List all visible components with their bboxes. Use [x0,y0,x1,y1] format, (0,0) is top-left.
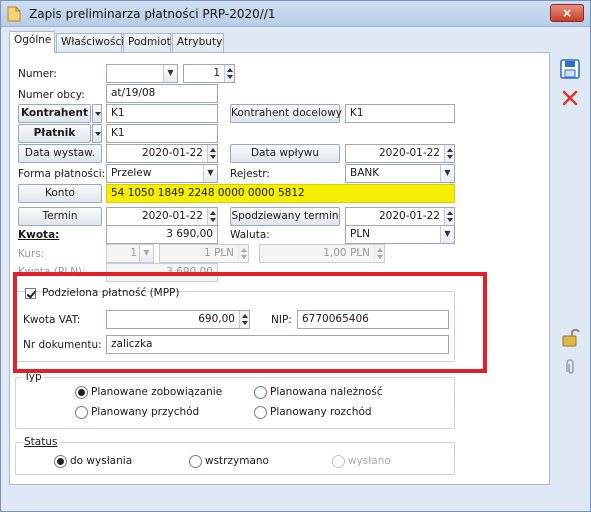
kwota-label: Kwota: [18,229,60,241]
radio-planowany-rozchod[interactable]: Planowany rozchód [254,406,372,419]
chevron-down-icon[interactable]: ▼ [440,226,454,243]
numer-obcy-input[interactable]: at/19/08 [106,84,218,103]
lock-icon[interactable] [559,326,581,348]
numer-series-select[interactable]: ▼ [106,64,178,83]
radio-planowane-zobowiazanie[interactable]: Planowane zobowiązanie [75,386,222,399]
data-wplywu-button[interactable]: Data wpływu [230,144,340,163]
konto-button[interactable]: Konto [18,184,102,203]
data-wystaw-button[interactable]: Data wystaw. [18,144,102,163]
waluta-select[interactable]: PLN ▼ [345,225,455,244]
chevron-down-icon[interactable]: ▼ [163,65,177,82]
spinner-icon [374,245,384,262]
kontrahent-menu-button[interactable] [92,104,102,123]
delete-icon[interactable] [559,87,581,109]
spinner-icon[interactable] [444,208,454,225]
rejestr-label: Rejestr: [230,168,270,180]
attach-icon[interactable] [561,356,583,378]
radio-wstrzymano[interactable]: wstrzymano [189,455,269,468]
radio-planowana-naleznosc[interactable]: Planowana należność [254,386,383,399]
spodziewany-termin-input[interactable]: 2020-01-22 [345,207,455,226]
rejestr-select[interactable]: BANK ▼ [345,164,455,183]
kurs-unit-input: 1 PLN [159,244,249,263]
kurs-rate-input: 1,00 PLN [259,244,385,263]
kurs-multiplier-select: 1 ▼ [106,244,154,263]
numer-label: Numer: [18,68,57,80]
spinner-icon[interactable] [207,145,217,162]
kurs-label: Kurs: [18,248,45,260]
radio-wyslano: wysłano [332,455,391,468]
forma-platnosci-select[interactable]: Przelew ▼ [106,164,218,183]
platnik-button[interactable]: Płatnik [18,124,91,143]
waluta-label: Waluta: [230,229,270,241]
kontrahent-input[interactable]: K1 [106,104,218,123]
spinner-icon[interactable] [224,65,234,82]
forma-platnosci-label: Forma płatności: [18,168,106,180]
numer-input[interactable]: 1 [183,64,235,83]
tab-podmiot[interactable]: Podmiot [123,33,171,52]
typ-group: Typ [15,371,455,429]
kontrahent-button[interactable]: Kontrahent [18,104,91,123]
window: Zapis preliminarza płatności PRP-2020//1… [0,0,591,512]
platnik-input[interactable]: K1 [106,124,218,143]
numer-obcy-label: Numer obcy: [18,89,85,101]
spinner-icon [238,245,248,262]
data-wystaw-input[interactable]: 2020-01-22 [106,144,218,163]
close-button[interactable]: × [550,4,584,22]
chevron-down-icon[interactable]: ▼ [440,165,454,182]
save-icon[interactable] [559,58,581,80]
chevron-down-icon: ▼ [139,245,153,262]
data-wplywu-input[interactable]: 2020-01-22 [345,144,455,163]
kontrahent-docelowy-button[interactable]: Kontrahent docelowy [230,104,342,123]
kontrahent-docelowy-input[interactable]: K1 [345,104,455,123]
document-icon [7,6,21,22]
spodziewany-termin-button[interactable]: Spodziewany termin [230,207,340,226]
spinner-icon[interactable] [207,208,217,225]
termin-button[interactable]: Termin [18,207,102,226]
status-group-title: Status [22,436,60,448]
tab-ogolne[interactable]: Ogólne [9,31,55,53]
platnik-menu-button[interactable] [92,124,102,143]
radio-planowany-przychod[interactable]: Planowany przychód [75,406,199,419]
title-bar: Zapis preliminarza płatności PRP-2020//1… [1,1,590,27]
tab-wlasciwosci[interactable]: Właściwości [56,33,124,52]
konto-input[interactable]: 54 1050 1849 2248 0000 0000 5812 [106,184,455,203]
radio-do-wyslania[interactable]: do wysłania [54,455,132,468]
tab-atrybuty[interactable]: Atrybuty [172,33,224,52]
chevron-down-icon[interactable]: ▼ [203,165,217,182]
spinner-icon[interactable] [444,145,454,162]
window-title: Zapis preliminarza płatności PRP-2020//1 [29,7,276,21]
highlight-frame [13,272,487,373]
termin-input[interactable]: 2020-01-22 [106,207,218,226]
kwota-input[interactable]: 3 690,00 [106,225,218,244]
